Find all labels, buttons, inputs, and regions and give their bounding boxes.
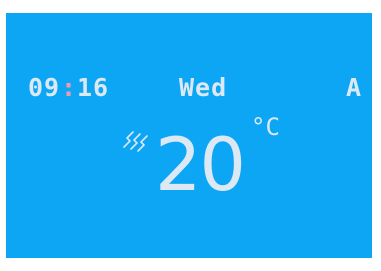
clock-separator: : bbox=[61, 73, 77, 102]
temperature-unit: °C bbox=[251, 113, 280, 141]
clock-hours: 09 bbox=[28, 73, 61, 102]
weekday-label: Wed bbox=[179, 73, 228, 102]
temperature-value: 20 bbox=[155, 123, 246, 208]
thermostat-screen: 09 : 16 Wed A 20 °C bbox=[6, 13, 372, 258]
heat-waves-icon bbox=[123, 131, 148, 152]
clock-minutes: 16 bbox=[77, 73, 110, 102]
thermostat-device: 09 : 16 Wed A 20 °C bbox=[0, 0, 381, 271]
mode-indicator: A bbox=[346, 73, 362, 102]
